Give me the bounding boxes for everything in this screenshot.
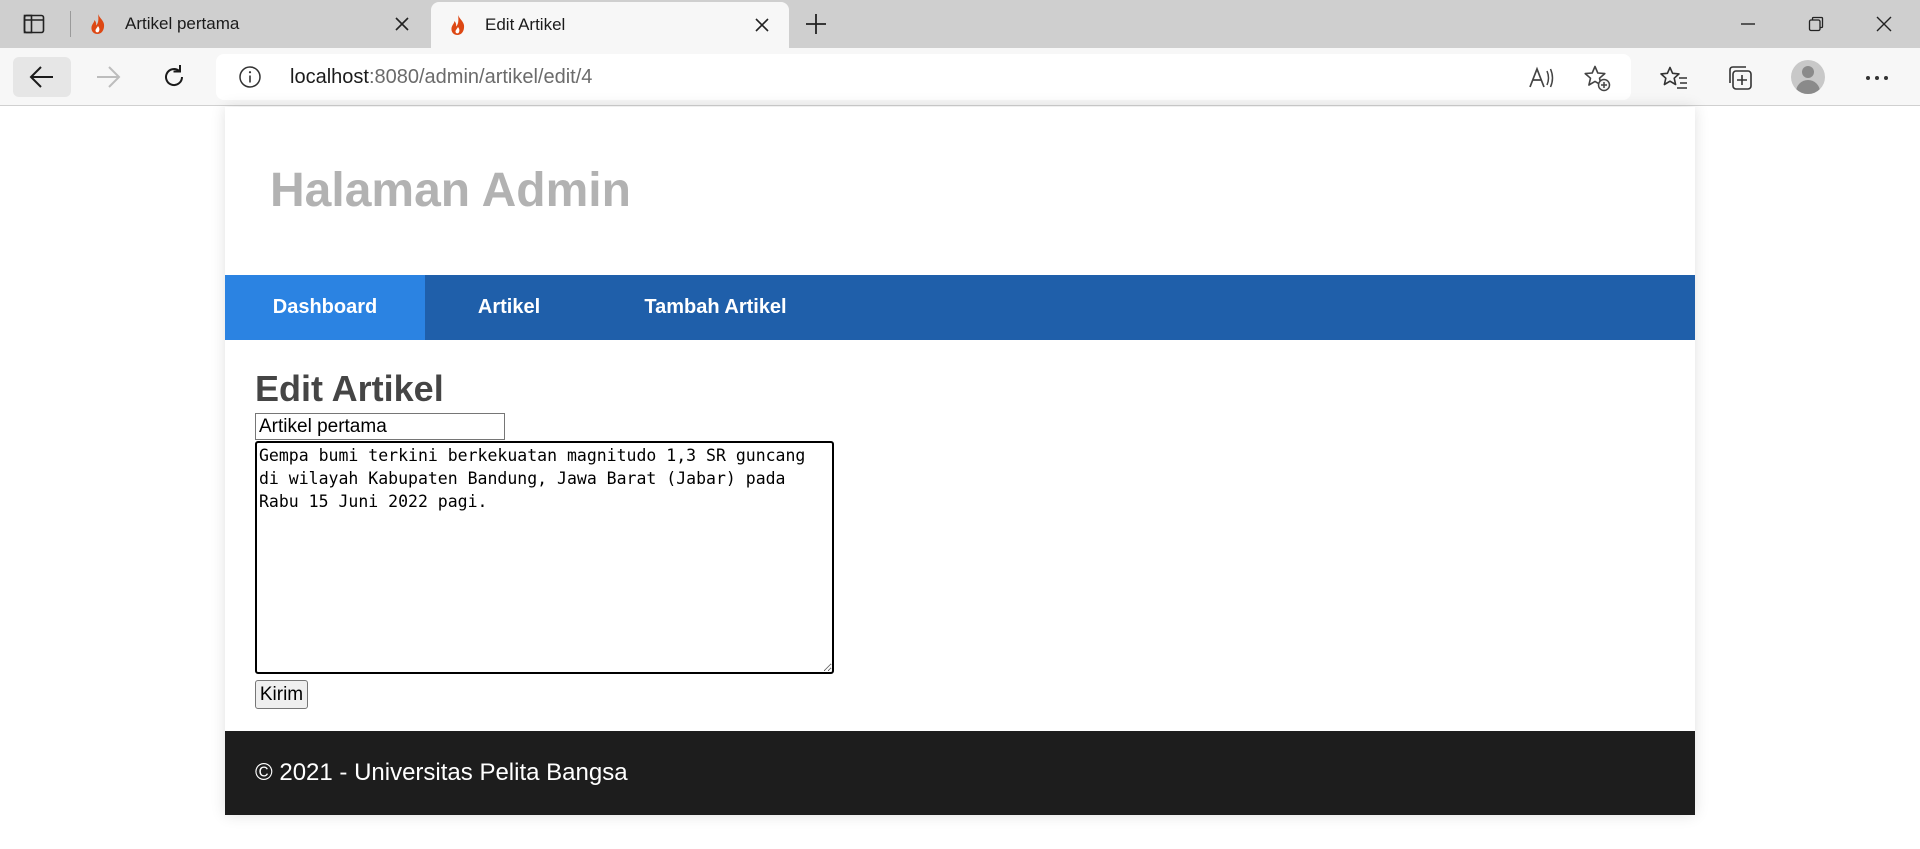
favorites-icon[interactable] xyxy=(1657,61,1691,95)
plus-icon xyxy=(806,14,826,34)
url-text[interactable]: localhost:8080/admin/artikel/edit/4 xyxy=(290,66,592,89)
close-icon xyxy=(1876,16,1892,32)
flame-icon xyxy=(87,13,109,35)
browser-toolbar: localhost:8080/admin/artikel/edit/4 xyxy=(0,48,1920,106)
tab-title: Edit Artikel xyxy=(485,15,566,34)
close-icon[interactable] xyxy=(389,11,415,37)
minimize-icon xyxy=(1741,23,1755,25)
url-host: localhost xyxy=(290,66,369,88)
main-nav: Dashboard Artikel Tambah Artikel xyxy=(225,275,1695,340)
avatar-head xyxy=(1802,66,1814,78)
site-title: Halaman Admin xyxy=(270,164,631,217)
forward-button[interactable] xyxy=(79,57,137,97)
reload-button[interactable] xyxy=(145,57,203,97)
back-button[interactable] xyxy=(13,57,71,97)
tab-edit-artikel[interactable]: Edit Artikel xyxy=(431,2,789,48)
tab-artikel-pertama[interactable]: Artikel pertama xyxy=(71,0,429,48)
page-viewport: Halaman Admin Dashboard Artikel Tambah A… xyxy=(0,107,1920,849)
submit-button[interactable]: Kirim xyxy=(255,680,308,709)
restore-button[interactable] xyxy=(1782,0,1850,48)
collections-icon[interactable] xyxy=(1724,61,1758,95)
read-aloud-icon[interactable] xyxy=(1527,63,1557,93)
more-options-icon[interactable] xyxy=(1860,61,1894,95)
flame-icon xyxy=(447,14,469,36)
site-header: Halaman Admin xyxy=(225,107,1695,275)
arrow-right-icon xyxy=(97,66,121,88)
url-path: :8080/admin/artikel/edit/4 xyxy=(368,66,593,88)
tab-title: Artikel pertama xyxy=(125,14,240,33)
address-bar[interactable]: localhost:8080/admin/artikel/edit/4 xyxy=(216,54,1631,100)
nav-dashboard[interactable]: Dashboard xyxy=(225,275,425,340)
article-body-textarea[interactable]: Gempa bumi terkini berkekuatan magnitudo… xyxy=(255,441,834,674)
restore-icon xyxy=(1808,16,1824,32)
add-favorite-icon[interactable] xyxy=(1582,63,1612,93)
arrow-left-icon xyxy=(29,66,53,88)
tab-actions-button[interactable] xyxy=(18,9,50,39)
page-heading: Edit Artikel xyxy=(255,368,444,409)
new-tab-button[interactable] xyxy=(800,9,832,39)
close-window-button[interactable] xyxy=(1850,0,1918,48)
nav-tambah-artikel[interactable]: Tambah Artikel xyxy=(593,275,838,340)
article-title-input[interactable] xyxy=(255,413,505,440)
minimize-button[interactable] xyxy=(1714,0,1782,48)
tab-actions-icon xyxy=(23,14,45,34)
footer-copyright: © 2021 - Universitas Pelita Bangsa xyxy=(255,759,628,786)
info-icon[interactable] xyxy=(238,65,262,89)
close-icon[interactable] xyxy=(749,12,775,38)
browser-tab-bar: Artikel pertama Edit Artikel xyxy=(0,0,1920,48)
page-container: Halaman Admin Dashboard Artikel Tambah A… xyxy=(225,107,1695,815)
site-footer: © 2021 - Universitas Pelita Bangsa xyxy=(225,731,1695,815)
profile-avatar[interactable] xyxy=(1791,60,1825,94)
nav-artikel[interactable]: Artikel xyxy=(425,275,593,340)
refresh-icon xyxy=(165,65,184,86)
avatar-body xyxy=(1796,80,1820,94)
